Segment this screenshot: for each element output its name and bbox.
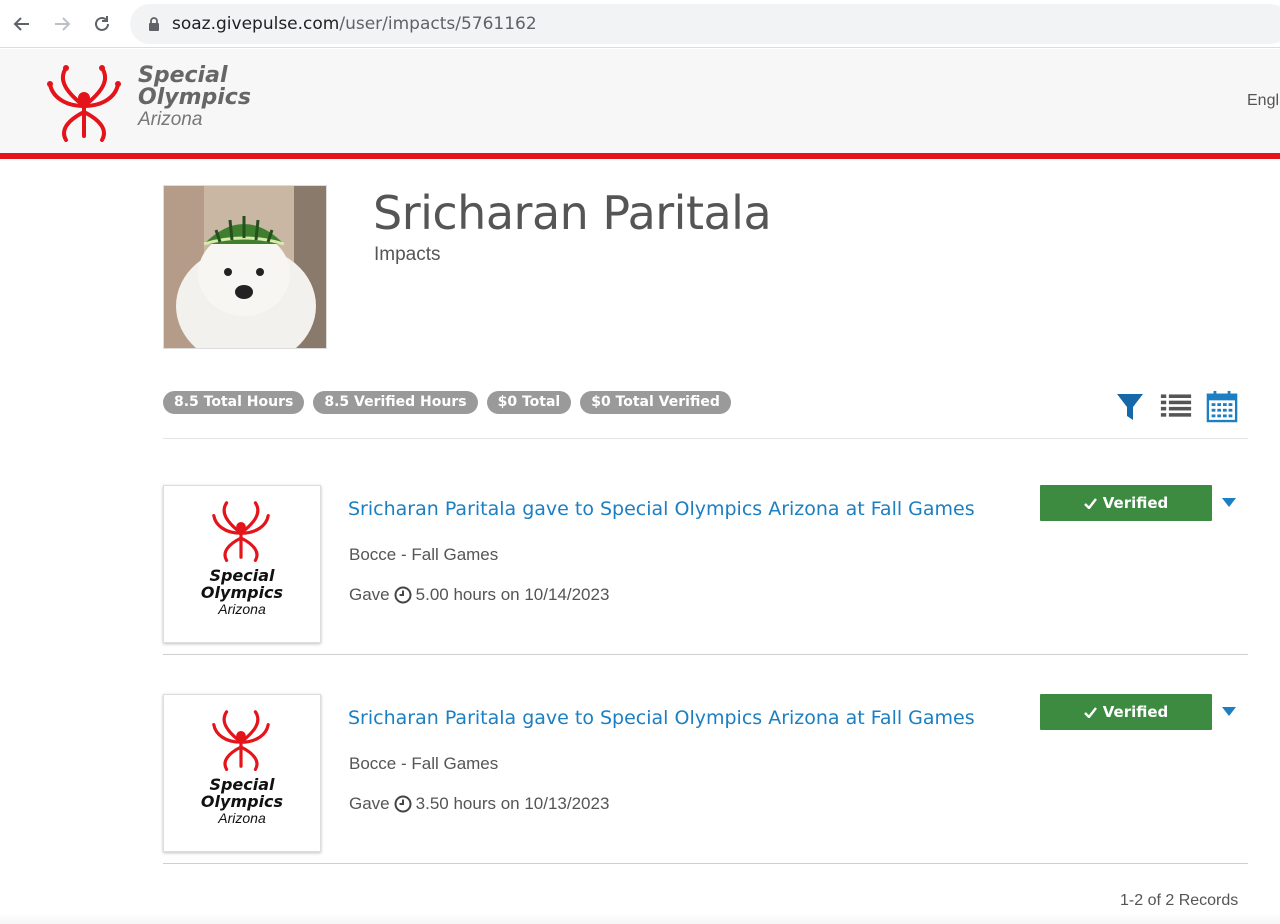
impact-meta: Gave 5.00 hours on 10/14/2023 <box>349 585 609 605</box>
impact-logo-text: Special Olympics Arizona <box>164 567 320 617</box>
impact-org-logo[interactable]: Special Olympics Arizona <box>163 694 321 852</box>
bottom-shadow <box>0 914 1280 924</box>
impact-amount: 3.50 hours on 10/13/2023 <box>415 794 610 813</box>
chevron-down-icon[interactable] <box>1222 498 1236 507</box>
clock-icon <box>394 795 412 813</box>
pagination-records: 1-2 of 2 Records <box>1120 892 1239 909</box>
verified-status-button[interactable]: Verified <box>1040 694 1212 730</box>
impact-logo-line-2: Olympics <box>200 582 284 602</box>
impact-amount: 5.00 hours on 10/14/2023 <box>415 585 610 604</box>
summary-badges: 8.5 Total Hours 8.5 Verified Hours $0 To… <box>163 391 731 414</box>
divider <box>163 438 1248 439</box>
badge-total-hours: 8.5 Total Hours <box>163 391 305 414</box>
site-logo-text[interactable]: Special Olympics Arizona <box>138 63 251 130</box>
clock-icon <box>394 586 412 604</box>
page-title: Sricharan Paritala <box>373 186 772 240</box>
reload-icon[interactable] <box>88 10 116 38</box>
logo-line-2: Olympics <box>138 85 251 110</box>
back-arrow-icon[interactable] <box>8 10 36 38</box>
language-selector[interactable]: English <box>1247 92 1280 110</box>
special-olympics-logo-icon[interactable] <box>44 62 124 142</box>
impact-action: Gave <box>349 585 390 604</box>
url-path: /user/impacts/5761162 <box>339 14 537 34</box>
impact-title-link[interactable]: Sricharan Paritala gave to Special Olymp… <box>348 707 975 729</box>
impact-org-logo[interactable]: Special Olympics Arizona <box>163 485 321 643</box>
header-accent-bar <box>0 153 1280 159</box>
list-item: Special Olympics Arizona Sricharan Parit… <box>163 485 1248 655</box>
calendar-icon[interactable] <box>1206 388 1238 424</box>
special-olympics-logo-icon <box>212 710 270 771</box>
impact-logo-line-2: Olympics <box>200 791 284 811</box>
logo-line-3: Arizona <box>138 109 203 130</box>
special-olympics-logo-icon <box>212 501 270 562</box>
impact-description: Bocce - Fall Games <box>349 754 499 773</box>
verified-label: Verified <box>1102 494 1169 512</box>
address-bar[interactable]: soaz.givepulse.com/user/impacts/5761162 <box>130 4 1280 44</box>
verified-status-button[interactable]: Verified <box>1040 485 1212 521</box>
chevron-down-icon[interactable] <box>1222 707 1236 716</box>
impact-description: Bocce - Fall Games <box>349 545 499 564</box>
url-text: soaz.givepulse.com/user/impacts/5761162 <box>172 14 537 34</box>
logo-line-1: Special <box>138 63 228 88</box>
impact-logo-text: Special Olympics Arizona <box>164 776 320 826</box>
badge-verified-hours: 8.5 Verified Hours <box>313 391 478 414</box>
checkmark-icon <box>1083 706 1097 718</box>
badge-total: $0 Total <box>486 391 572 414</box>
badge-total-verified: $0 Total Verified <box>580 391 731 414</box>
impact-title-link[interactable]: Sricharan Paritala gave to Special Olymp… <box>348 498 975 520</box>
browser-toolbar: soaz.givepulse.com/user/impacts/5761162 <box>0 0 1280 48</box>
checkmark-icon <box>1083 497 1097 509</box>
impact-logo-line-3: Arizona <box>218 600 266 617</box>
filter-icon[interactable] <box>1114 388 1146 424</box>
impact-action: Gave <box>349 794 390 813</box>
list-icon[interactable] <box>1160 388 1192 424</box>
view-toggle-group <box>1114 388 1238 424</box>
url-host: soaz.givepulse.com <box>172 14 340 34</box>
impact-meta: Gave 3.50 hours on 10/13/2023 <box>349 794 609 814</box>
verified-label: Verified <box>1102 703 1169 721</box>
forward-arrow-icon[interactable] <box>48 10 76 38</box>
avatar <box>163 185 327 349</box>
impact-logo-line-3: Arizona <box>218 809 266 826</box>
avatar-dog-image <box>164 186 326 348</box>
list-item: Special Olympics Arizona Sricharan Parit… <box>163 694 1248 864</box>
page-subtitle: Impacts <box>374 244 441 265</box>
lock-icon <box>149 17 159 31</box>
